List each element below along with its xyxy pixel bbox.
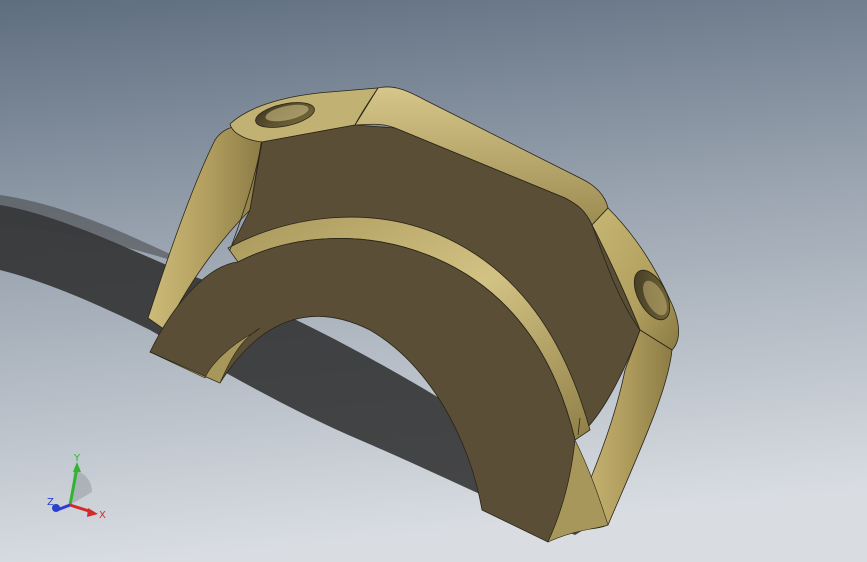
graphics-viewport[interactable]: Y X Z: [0, 0, 867, 562]
model-view[interactable]: Y X Z: [0, 0, 867, 562]
x-axis-label: X: [99, 510, 106, 521]
y-axis-label: Y: [73, 453, 81, 464]
z-axis-label: Z: [47, 497, 54, 508]
